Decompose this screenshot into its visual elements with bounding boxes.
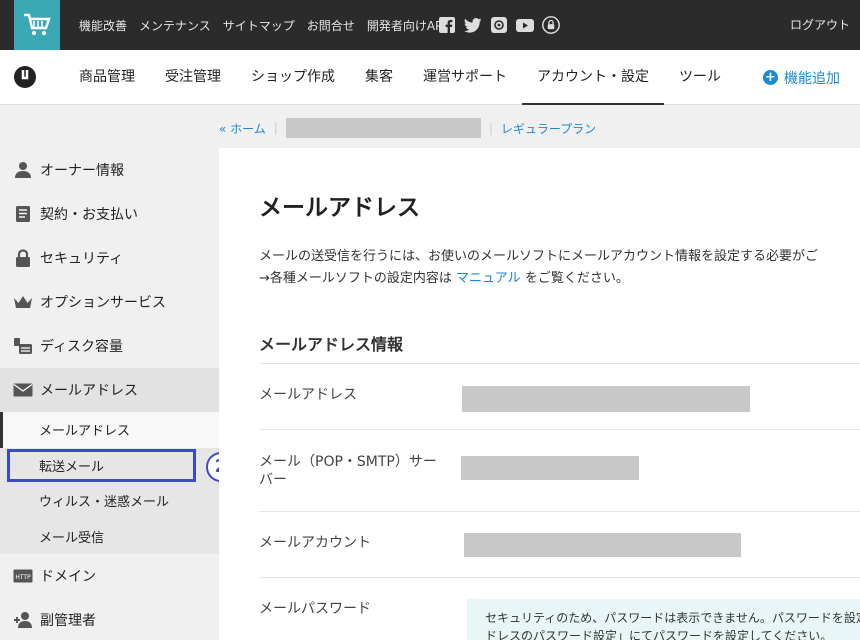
sidebar-item-label: オプションサービス — [40, 295, 166, 311]
sidebar-item-options[interactable]: オプションサービス — [0, 280, 219, 324]
envelope-icon — [12, 379, 34, 401]
page-title: メールアドレス — [259, 195, 420, 221]
main-nav: 商品管理 受注管理 ショップ作成 集客 運営サポート アカウント・設定 ツール … — [0, 50, 860, 105]
notice-line1: セキュリティのため、パスワードは表示できません。パスワードを設定 — [485, 611, 860, 625]
row-label: メール（POP・SMTP）サーバー — [259, 454, 437, 488]
submenu-item-mail-address[interactable]: メールアドレス — [0, 412, 219, 448]
nav-item-account[interactable]: アカウント・設定 — [522, 50, 664, 105]
main-content: メールアドレス メールの送受信を行うには、お使いのメールソフトにメールアカウント… — [219, 148, 860, 640]
social-links — [438, 0, 560, 50]
description: メールの送受信を行うには、お使いのメールソフトにメールアカウント情報を設定する必… — [259, 246, 818, 290]
info-row-mail-account: メールアカウント — [259, 511, 860, 577]
add-function-label: 機能追加 — [784, 70, 840, 87]
youtube-icon[interactable] — [516, 16, 534, 34]
facebook-icon[interactable] — [438, 16, 456, 34]
mail-submenu: メールアドレス 転送メール ウィルス・迷惑メール メール受信 — [0, 412, 219, 554]
sidebar-item-label: 副管理者 — [40, 613, 96, 629]
nav-item-support[interactable]: 運営サポート — [408, 50, 522, 105]
cart-logo-icon[interactable] — [14, 0, 60, 50]
top-link-contact[interactable]: お問合せ — [307, 17, 355, 34]
http-icon: HTTP — [12, 565, 34, 587]
sidebar-item-owner[interactable]: オーナー情報 — [0, 148, 219, 192]
top-link-developer-api[interactable]: 開発者向けAPI — [367, 17, 446, 34]
twitter-icon[interactable] — [464, 16, 482, 34]
section-title: メールアドレス情報 — [259, 335, 404, 354]
sidebar-item-disk[interactable]: ディスク容量 — [0, 324, 219, 368]
sidebar-item-sub-admin[interactable]: 副管理者 — [0, 598, 219, 640]
manual-link[interactable]: マニュアル — [456, 271, 521, 286]
person-icon — [12, 159, 34, 181]
document-icon — [12, 203, 34, 225]
sidebar-item-domain[interactable]: HTTP ドメイン — [0, 554, 219, 598]
top-link-maintenance[interactable]: メンテナンス — [139, 17, 211, 34]
sidebar-item-label: ドメイン — [40, 569, 96, 585]
top-link-sitemap[interactable]: サイトマップ — [223, 17, 295, 34]
row-label: メールアカウント — [259, 535, 371, 551]
top-link-improvement[interactable]: 機能改善 — [79, 17, 127, 34]
notice-line2: ドレスのパスワード設定」にてパスワードを設定してください。 — [485, 629, 833, 640]
breadcrumb-plan-link[interactable]: レギュラープラン — [501, 120, 596, 137]
sidebar-item-security[interactable]: セキュリティ — [0, 236, 219, 280]
description-line1: メールの送受信を行うには、お使いのメールソフトにメールアカウント情報を設定する必… — [259, 249, 819, 264]
sidebar: オーナー情報 契約・お支払い セキュリティ オプションサービス ディスク容量 メ… — [0, 148, 219, 640]
nav-item-shop[interactable]: ショップ作成 — [236, 50, 350, 105]
submenu-item-mail-receive[interactable]: メール受信 — [0, 519, 219, 555]
sidebar-item-label: オーナー情報 — [40, 163, 124, 179]
breadcrumb-separator: | — [273, 121, 278, 135]
nav-item-tools[interactable]: ツール — [664, 50, 736, 105]
lock-icon — [12, 247, 34, 269]
breadcrumb-home-link[interactable]: « ホーム — [219, 120, 266, 137]
sidebar-item-label: メールアドレス — [40, 383, 138, 399]
redacted-value — [464, 533, 741, 557]
breadcrumb-separator: | — [488, 121, 493, 135]
highlight-box — [7, 449, 196, 482]
nav-item-orders[interactable]: 受注管理 — [150, 50, 236, 105]
sidebar-item-label: セキュリティ — [40, 251, 124, 267]
redacted-shop-name — [285, 118, 481, 138]
sidebar-item-label: 契約・お支払い — [40, 207, 138, 223]
breadcrumb: « ホーム | | レギュラープラン — [219, 114, 596, 142]
add-user-icon — [12, 609, 34, 631]
info-row-mail-address: メールアドレス — [259, 363, 860, 429]
redacted-value — [461, 456, 639, 480]
description-suffix: をご覧ください。 — [524, 271, 629, 286]
add-function-button[interactable]: + 機能追加 — [763, 50, 840, 105]
row-label: メールパスワード — [259, 601, 371, 617]
nav-item-marketing[interactable]: 集客 — [350, 50, 408, 105]
description-line2: →各種メールソフトの設定内容は マニュアル をご覧ください。 — [259, 268, 818, 290]
redacted-value — [462, 386, 750, 412]
sidebar-item-mail[interactable]: メールアドレス — [0, 368, 219, 412]
brand-logo-icon[interactable] — [13, 65, 37, 89]
top-bar: 機能改善 メンテナンス サイトマップ お問合せ 開発者向けAPI ログアウト — [0, 0, 860, 50]
disk-icon — [12, 335, 34, 357]
nav-items: 商品管理 受注管理 ショップ作成 集客 運営サポート アカウント・設定 ツール — [64, 50, 736, 105]
sidebar-item-label: ディスク容量 — [40, 339, 124, 355]
logout-link[interactable]: ログアウト — [790, 0, 850, 50]
plus-icon: + — [763, 70, 778, 85]
crown-icon — [12, 291, 34, 313]
mail-icon[interactable] — [490, 16, 508, 34]
svg-text:HTTP: HTTP — [15, 574, 31, 581]
lock-icon[interactable] — [542, 16, 560, 34]
row-label: メールアドレス — [259, 387, 357, 403]
info-row-mail-server: メール（POP・SMTP）サーバー — [259, 429, 860, 511]
nav-item-products[interactable]: 商品管理 — [64, 50, 150, 105]
description-prefix: →各種メールソフトの設定内容は — [259, 271, 452, 286]
password-notice: セキュリティのため、パスワードは表示できません。パスワードを設定 ドレスのパスワ… — [467, 599, 860, 640]
top-links: 機能改善 メンテナンス サイトマップ お問合せ 開発者向けAPI — [79, 0, 458, 50]
sidebar-item-contract[interactable]: 契約・お支払い — [0, 192, 219, 236]
submenu-item-virus-spam[interactable]: ウィルス・迷惑メール — [0, 483, 219, 519]
